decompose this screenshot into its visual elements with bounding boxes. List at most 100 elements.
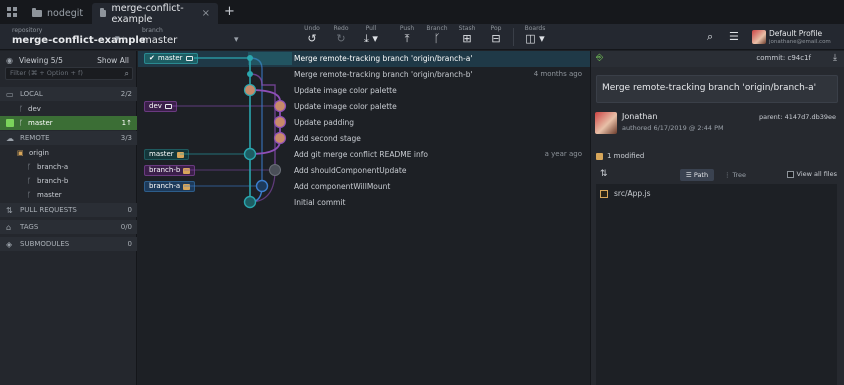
close-icon[interactable]: ×: [202, 8, 210, 19]
checkbox-checked-icon: [6, 119, 14, 127]
chevron-down-icon[interactable]: ▾: [234, 35, 239, 45]
eye-icon: ◉: [6, 55, 13, 65]
undo-label: Undo: [304, 25, 320, 32]
view-all-files-checkbox[interactable]: View all files: [786, 170, 837, 178]
grid-icon[interactable]: [7, 7, 17, 17]
remote-branch-item[interactable]: ᚴ branch-a: [0, 160, 137, 174]
folder-icon: [32, 8, 42, 17]
tab-nodegit[interactable]: nodegit: [24, 3, 92, 24]
pop-button[interactable]: Pop ⊟: [482, 25, 510, 46]
download-icon[interactable]: ⤓: [833, 53, 837, 63]
author-name: Jonathan: [622, 112, 658, 121]
section-pull-requests[interactable]: ⇅ PULL REQUESTS 0: [0, 203, 137, 217]
undo-button[interactable]: Undo ↺: [298, 25, 326, 46]
chevron-right-icon[interactable]: ▾ ›: [115, 34, 126, 44]
filter-input[interactable]: Filter (⌘ + Option + f) ⌕: [5, 67, 133, 80]
branch-button[interactable]: Branch ᚴ: [423, 25, 451, 46]
section-submodules[interactable]: ◈ SUBMODULES 0: [0, 237, 137, 251]
section-count: 0: [127, 206, 132, 214]
tab-bar: nodegit merge-conflict-example × +: [0, 0, 844, 25]
menu-icon[interactable]: ☰: [729, 30, 739, 43]
commit-node[interactable]: [247, 71, 253, 77]
folder-icon: [100, 8, 107, 17]
commit-sha[interactable]: commit: c94c1f: [756, 54, 811, 62]
branch-item-dev[interactable]: ᚴ dev: [0, 102, 137, 116]
authored-date: authored 6/17/2019 @ 2:44 PM: [622, 124, 724, 132]
modified-icon: [596, 152, 603, 160]
profile-name[interactable]: Default Profile: [769, 29, 822, 38]
commit-node[interactable]: [243, 195, 257, 209]
branch-label: dev: [28, 105, 41, 113]
remote-branch-item[interactable]: ᚴ master: [0, 188, 137, 202]
branch-selector[interactable]: master: [142, 35, 177, 46]
commit-message: Update image color palette: [294, 86, 397, 95]
section-count: 0/0: [120, 223, 132, 231]
pull-request-icon: ⇅: [6, 205, 13, 215]
push-button[interactable]: Push ⤒: [393, 25, 421, 46]
repository-caption: repository: [12, 27, 43, 34]
left-panel: ◉ Viewing 5/5 Show All Filter (⌘ + Optio…: [0, 51, 137, 385]
boards-button[interactable]: Boards ◫ ▾: [518, 25, 552, 46]
avatar-node[interactable]: [273, 115, 287, 129]
profile-email: jonathane@email.com: [769, 39, 831, 45]
commit-graph: ✔ master Merge remote-tracking branch 'o…: [138, 51, 590, 385]
remote-branch-item[interactable]: ᚴ branch-b: [0, 174, 137, 188]
stash-icon: ⊞: [462, 32, 472, 45]
commit-node[interactable]: [269, 164, 281, 176]
viewing-count: Viewing 5/5: [19, 55, 63, 65]
branch-icon: ᚴ: [27, 191, 32, 199]
parent-sha[interactable]: parent: 4147d7.db39ee: [759, 113, 836, 121]
branch-item-master[interactable]: ᚴ master 1↑: [0, 116, 137, 130]
tree-view-button[interactable]: ⋮ Tree: [718, 169, 752, 181]
section-label: SUBMODULES: [20, 240, 70, 248]
commit-node[interactable]: [243, 147, 257, 161]
pull-button[interactable]: Pull ⤓ ▾: [357, 25, 385, 46]
add-tab-button[interactable]: +: [224, 4, 235, 19]
remote-item-origin[interactable]: ▣ origin: [0, 146, 137, 160]
avatar[interactable]: [752, 30, 766, 44]
cloud-icon: ☁: [6, 133, 14, 143]
branch-icon: ᚴ: [27, 163, 32, 171]
section-tags[interactable]: ⌂ TAGS 0/0: [0, 220, 137, 234]
section-label: REMOTE: [20, 134, 50, 142]
commit-node[interactable]: [247, 55, 253, 61]
commit-date: a year ago: [544, 150, 582, 158]
path-label: Path: [693, 171, 709, 179]
branch-label: master: [37, 191, 62, 199]
view-all-label: View all files: [796, 170, 837, 178]
graph-lanes: [172, 52, 292, 209]
section-remote[interactable]: ☁ REMOTE 3/3: [0, 131, 137, 145]
commit-message: Initial commit: [294, 198, 346, 207]
avatar-node[interactable]: [243, 83, 257, 97]
file-path: src/App.js: [614, 189, 651, 198]
toolbar-divider: [513, 28, 514, 46]
sort-icon[interactable]: ⇅: [600, 169, 608, 179]
branch-label: Branch: [426, 25, 448, 32]
pop-label: Pop: [490, 25, 502, 32]
commit-detail-panel: ⎆ commit: c94c1f ⤓ Merge remote-tracking…: [590, 51, 844, 385]
search-icon[interactable]: ⌕: [707, 30, 713, 44]
undo-icon: ↺: [307, 32, 317, 45]
commit-node[interactable]: [255, 179, 269, 193]
search-icon: ⌕: [124, 69, 129, 78]
stash-button[interactable]: Stash ⊞: [453, 25, 481, 46]
modified-label: 1 modified: [607, 152, 645, 160]
avatar-node[interactable]: [273, 131, 287, 145]
file-item[interactable]: src/App.js: [600, 189, 651, 198]
tree-label: Tree: [732, 171, 747, 179]
show-all-button[interactable]: Show All: [97, 56, 129, 65]
redo-button[interactable]: Redo ↻: [327, 25, 355, 46]
tab-merge-conflict-example[interactable]: merge-conflict-example ×: [92, 3, 218, 25]
avatar-node[interactable]: [273, 99, 287, 113]
path-view-button[interactable]: ☰ Path: [680, 169, 714, 181]
commit-title[interactable]: Merge remote-tracking branch 'origin/bra…: [596, 75, 838, 103]
checkbox-icon: [786, 170, 794, 178]
section-local[interactable]: ▭ LOCAL 2/2: [0, 87, 137, 101]
remote-label: origin: [29, 149, 49, 157]
commit-message: Add git merge conflict README info: [294, 150, 428, 159]
branch-icon: ᚴ: [27, 177, 32, 185]
boards-icon: ◫ ▾: [525, 32, 545, 45]
submodule-icon: ◈: [6, 239, 13, 249]
pull-icon: ⤓ ▾: [364, 32, 378, 45]
commit-message: Add componentWillMount: [294, 182, 391, 191]
